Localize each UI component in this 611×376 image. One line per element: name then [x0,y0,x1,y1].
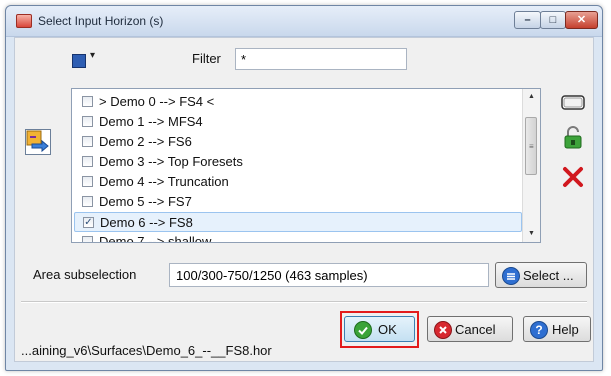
maximize-icon: □ [549,14,557,26]
display-toggle-button[interactable] [560,90,586,115]
scroll-thumb[interactable]: ≡ [525,117,537,175]
ok-label: OK [378,322,397,337]
horizon-checkbox[interactable] [82,196,93,207]
select-area-button[interactable]: Select ... [495,262,587,288]
horizon-item[interactable]: Demo 4 --> Truncation [74,172,522,192]
area-subselection-label: Area subselection [33,267,137,282]
title-bar[interactable]: Select Input Horizon (s) – □ ✕ [6,6,602,37]
horizon-checkbox[interactable] [82,176,93,187]
lock-button[interactable] [560,125,586,150]
close-icon: ✕ [576,14,587,26]
scroll-up-icon[interactable]: ▲ [523,89,540,105]
horizon-item[interactable]: ✓ Demo 6 --> FS8 [74,212,522,232]
help-label: Help [552,322,579,337]
lock-icon [564,126,582,149]
horizon-arrow-button[interactable] [25,129,51,155]
horizon-item[interactable]: Demo 5 --> FS7 [74,192,522,212]
filter-label: Filter [192,51,221,66]
horizon-item[interactable]: Demo 2 --> FS6 [74,132,522,152]
horizon-label: > Demo 0 --> FS4 < [99,94,215,109]
status-path: ...aining_v6\Surfaces\Demo_6_--__FS8.hor [21,343,272,358]
maximize-button[interactable]: □ [540,11,566,29]
scroll-grip-icon: ≡ [529,142,534,151]
cancel-icon [434,321,452,339]
horizon-checkbox[interactable] [82,116,93,127]
dialog-body: ▾ Filter * Demo 7 --> shallow ✓ Demo 6 -->… [14,37,594,362]
horizon-checkbox[interactable] [82,156,93,167]
horizon-checkbox[interactable] [82,136,93,147]
area-subselection-field[interactable]: 100/300-750/1250 (463 samples) [169,263,489,287]
horizon-label: Demo 6 --> FS8 [100,215,193,230]
app-icon [16,14,32,28]
minimize-icon: – [524,14,531,26]
window-title: Select Input Horizon (s) [38,14,164,28]
list-scrollbar[interactable]: ▲ ≡ ▼ [522,89,540,242]
filter-input[interactable]: * [235,48,407,70]
scroll-down-icon[interactable]: ▼ [523,226,540,242]
cancel-label: Cancel [455,322,496,337]
checkmark-icon [354,321,372,339]
select-input-horizon-dialog: Select Input Horizon (s) – □ ✕ ▾ Filter … [5,5,603,371]
select-area-label: Select ... [523,268,574,283]
minimize-button[interactable]: – [514,11,541,29]
list-icon [502,267,520,285]
horizon-checkbox[interactable] [82,236,93,242]
horizon-label: Demo 2 --> FS6 [99,134,192,149]
close-button[interactable]: ✕ [565,11,598,29]
help-icon: ? [530,321,548,339]
horizon-item[interactable]: Demo 7 --> shallow [74,232,522,243]
horizon-list[interactable]: Demo 7 --> shallow ✓ Demo 6 --> FS8 Demo 5 … [71,88,541,243]
chevron-down-icon[interactable]: ▾ [90,50,95,61]
rectangle-icon [561,95,585,110]
horizon-label: Demo 1 --> MFS4 [99,114,203,129]
horizon-item[interactable]: Demo 1 --> MFS4 [74,112,522,132]
horizon-checkbox[interactable]: ✓ [83,217,94,228]
remove-button[interactable] [560,164,586,189]
separator [21,301,587,303]
color-swatch[interactable] [72,54,86,68]
horizon-label: Demo 5 --> FS7 [99,194,192,209]
horizon-checkbox[interactable] [82,96,93,107]
horizon-label: Demo 3 --> Top Foresets [99,154,243,169]
horizon-label: Demo 7 --> shallow [99,234,212,243]
red-x-icon [563,167,583,187]
horizon-arrow-icon [26,130,49,153]
horizon-item[interactable]: > Demo 0 --> FS4 < [74,92,522,112]
horizon-item[interactable]: Demo 3 --> Top Foresets [74,152,522,172]
horizon-label: Demo 4 --> Truncation [99,174,229,189]
